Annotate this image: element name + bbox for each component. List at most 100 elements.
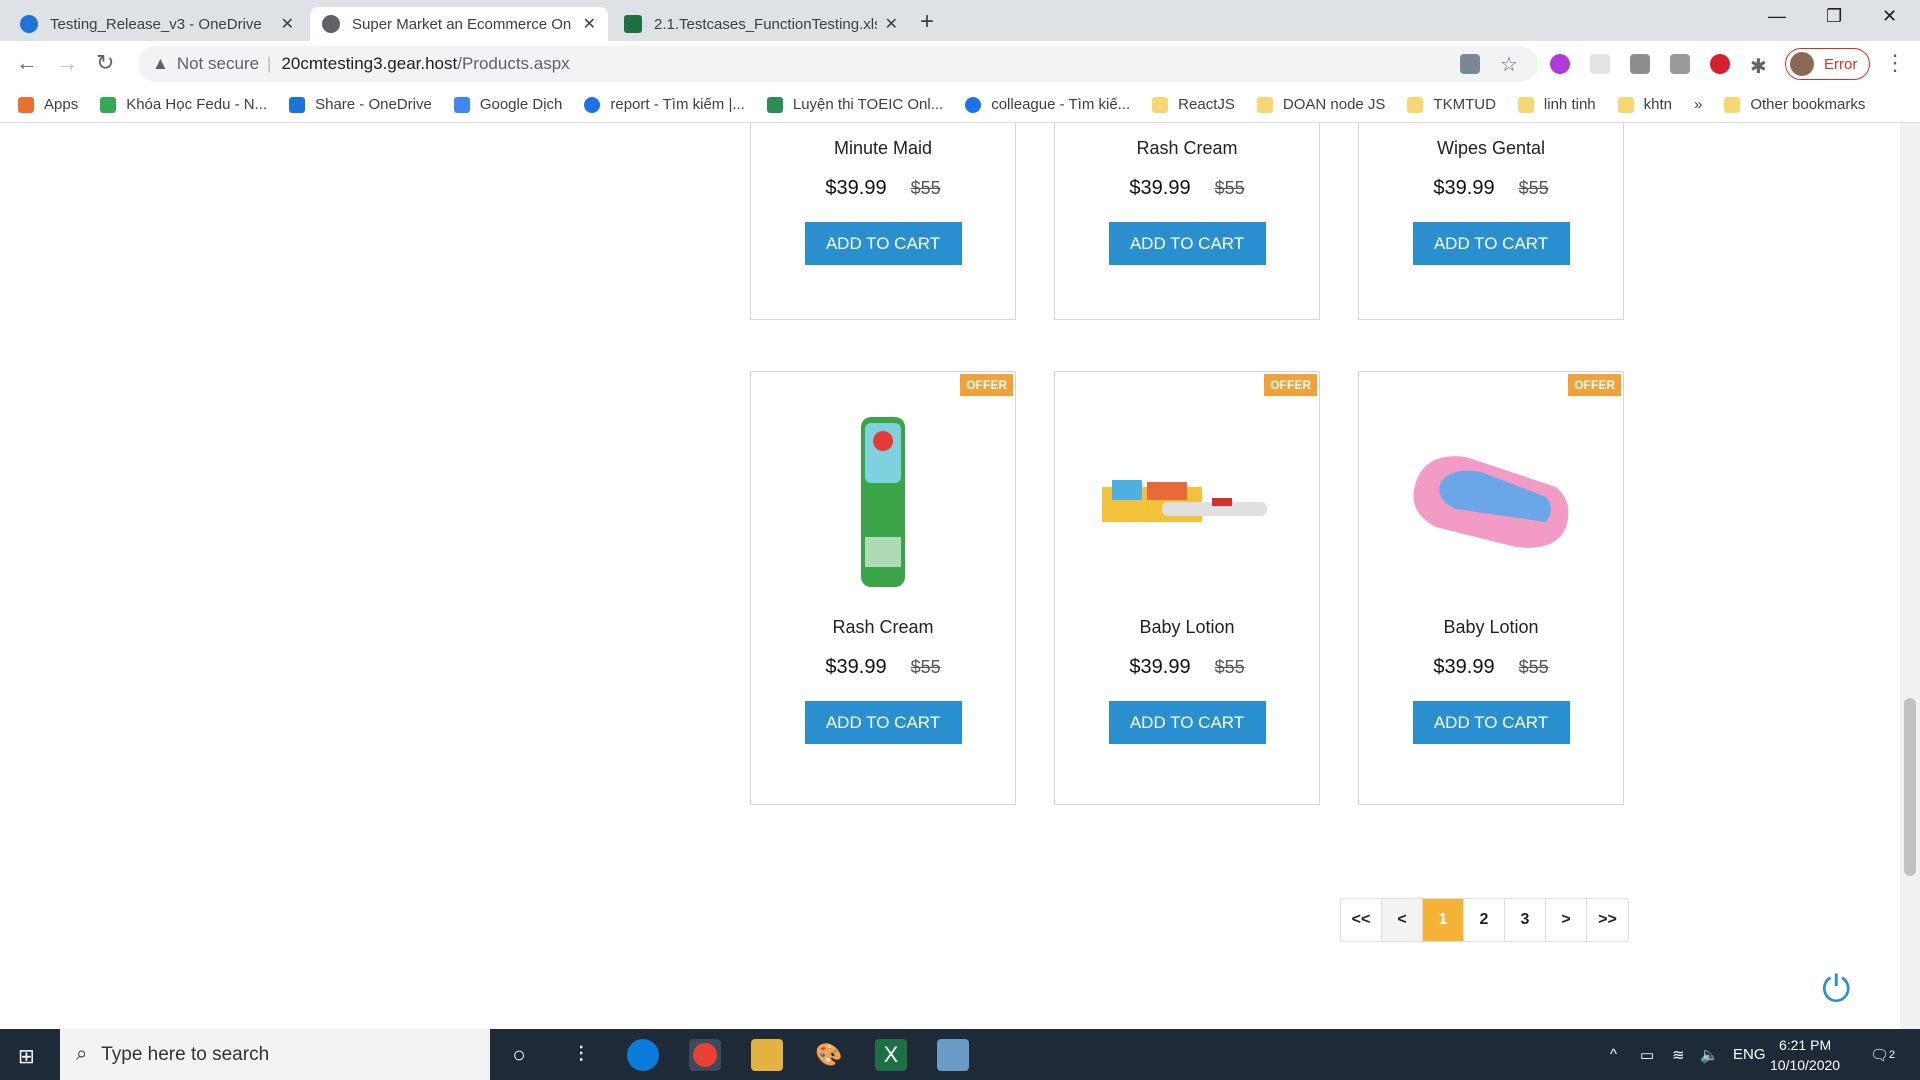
product-card: OFFER Baby Lotion $39.99 $55 ADD TO CART xyxy=(1054,371,1320,805)
bookmark-item[interactable]: colleague - Tìm kiế... xyxy=(965,96,1130,113)
bookmark-label: ReactJS xyxy=(1178,96,1235,113)
profile-error-button[interactable]: Error xyxy=(1785,48,1870,80)
add-to-cart-button[interactable]: ADD TO CART xyxy=(1412,701,1570,744)
page-3-button[interactable]: 3 xyxy=(1505,899,1546,941)
extension-icon[interactable] xyxy=(1590,54,1610,74)
back-icon[interactable]: ← xyxy=(16,50,38,76)
bookmark-label: khtn xyxy=(1643,96,1672,113)
bookmark-label: linh tinh xyxy=(1543,96,1596,113)
menu-icon[interactable]: ⋮ xyxy=(1884,50,1906,76)
tab-supermarket[interactable]: Super Market an Ecommerce On ✕ xyxy=(310,7,608,41)
close-icon[interactable]: ✕ xyxy=(281,14,294,34)
app-icon[interactable] xyxy=(937,1039,969,1071)
product-image[interactable] xyxy=(1359,402,1623,602)
add-to-cart-button[interactable]: ADD TO CART xyxy=(1108,701,1266,744)
bookmark-label: Google Dịch xyxy=(479,96,563,113)
bookmark-apps[interactable]: Apps xyxy=(18,96,78,113)
language-indicator[interactable]: ENG xyxy=(1733,1029,1766,1080)
add-to-cart-button[interactable]: ADD TO CART xyxy=(1412,222,1570,265)
bookmark-item[interactable]: Google Dịch xyxy=(453,96,563,113)
clock[interactable]: 6:21 PM 10/10/2020 xyxy=(1770,1035,1840,1075)
windows-start-icon[interactable]: ⊞ xyxy=(18,1044,35,1069)
more-bookmarks-button[interactable]: » xyxy=(1694,96,1702,113)
bookmark-folder[interactable]: ReactJS xyxy=(1152,96,1235,113)
apps-grid-icon xyxy=(18,96,34,113)
add-to-cart-button[interactable]: ADD TO CART xyxy=(804,222,962,265)
cortana-icon[interactable]: ○ xyxy=(503,1039,535,1071)
notification-icon[interactable]: 🗨 2 xyxy=(1870,1029,1895,1080)
task-view-icon[interactable]: ⫶ xyxy=(565,1039,597,1071)
page-prev-button[interactable]: < xyxy=(1382,899,1423,941)
puzzle-icon[interactable]: ✱ xyxy=(1750,54,1770,78)
product-image[interactable] xyxy=(1055,402,1319,602)
restore-icon[interactable]: ❐ xyxy=(1826,6,1842,27)
url-path: /Products.aspx xyxy=(457,54,570,73)
bookmark-item[interactable]: Khóa Học Fedu - N... xyxy=(100,96,267,113)
close-icon[interactable]: ✕ xyxy=(583,14,596,34)
color-extension-icon[interactable] xyxy=(1550,54,1570,74)
tray-chevron-icon[interactable]: ^ xyxy=(1610,1029,1617,1080)
bookmark-folder[interactable]: linh tinh xyxy=(1517,96,1596,113)
bookmarks-bar: Apps Khóa Học Fedu - N... Share - OneDri… xyxy=(0,87,1920,123)
paint-icon[interactable]: 🎨 xyxy=(813,1039,845,1071)
bookmark-item[interactable]: Luyện thi TOEIC Onl... xyxy=(766,96,943,113)
scrollbar[interactable] xyxy=(1900,123,1920,1029)
product-name: Rash Cream xyxy=(832,617,934,637)
close-window-icon[interactable]: ✕ xyxy=(1882,6,1897,27)
battery-icon[interactable]: ▭ xyxy=(1640,1029,1654,1080)
product-card: Rash Cream $39.99 $55 ADD TO CART xyxy=(1054,123,1320,320)
new-tab-button[interactable]: + xyxy=(920,8,934,36)
onedrive-icon xyxy=(20,15,38,33)
tab-strip: Testing_Release_v3 - OneDrive ✕ Super Ma… xyxy=(0,0,1920,41)
profile-label: Error xyxy=(1824,55,1858,73)
bookmark-folder[interactable]: DOAN node JS xyxy=(1256,96,1385,113)
excel-icon[interactable]: X xyxy=(875,1039,907,1071)
bookmark-label: TKMTUD xyxy=(1433,96,1496,113)
baby-bath-tub-image xyxy=(1413,456,1569,548)
address-bar[interactable]: ▲ Not secure | 20cmtesting3.gear.host /P… xyxy=(138,46,1538,82)
edge-icon[interactable] xyxy=(627,1039,659,1071)
drive-icon xyxy=(100,96,117,113)
tab-onedrive[interactable]: Testing_Release_v3 - OneDrive ✕ xyxy=(8,7,306,41)
folder-icon xyxy=(1152,96,1169,113)
add-to-cart-button[interactable]: ADD TO CART xyxy=(1108,222,1266,265)
bookmark-item[interactable]: report - Tìm kiếm |... xyxy=(584,96,745,113)
url-host: 20cmtesting3.gear.host xyxy=(281,54,458,73)
page-last-button[interactable]: >> xyxy=(1587,899,1628,941)
reload-icon[interactable]: ↻ xyxy=(96,50,114,76)
product-name: Baby Lotion xyxy=(1443,617,1539,637)
other-bookmarks[interactable]: Other bookmarks xyxy=(1724,96,1865,113)
bookmark-folder[interactable]: khtn xyxy=(1617,96,1672,113)
product-image[interactable] xyxy=(751,402,1015,602)
bookmark-folder[interactable]: TKMTUD xyxy=(1407,96,1496,113)
product-card: Wipes Gental $39.99 $55 ADD TO CART xyxy=(1358,123,1624,320)
volume-icon[interactable]: 🔈 xyxy=(1700,1029,1719,1080)
old-price: $55 xyxy=(1214,178,1245,198)
taskbar-search[interactable]: ⌕ Type here to search xyxy=(60,1029,490,1080)
bookmark-label: report - Tìm kiếm |... xyxy=(610,96,745,113)
chrome-icon[interactable] xyxy=(689,1039,721,1071)
minimize-icon[interactable]: — xyxy=(1768,6,1786,27)
close-icon[interactable]: ✕ xyxy=(885,14,898,34)
star-icon[interactable]: ☆ xyxy=(1500,52,1520,76)
page-first-button[interactable]: << xyxy=(1341,899,1382,941)
bookmark-item[interactable]: Share - OneDrive xyxy=(289,96,432,113)
page-next-button[interactable]: > xyxy=(1546,899,1587,941)
adblock-icon[interactable] xyxy=(1710,54,1730,74)
product-card: OFFER Rash Cream $39.99 $55 ADD TO CART xyxy=(750,371,1016,805)
cube-extension-icon[interactable] xyxy=(1630,54,1650,74)
price-row: $39.99 $55 xyxy=(1055,177,1319,200)
add-to-cart-button[interactable]: ADD TO CART xyxy=(804,701,962,744)
translate-page-icon[interactable] xyxy=(1460,54,1480,74)
scrollbar-thumb[interactable] xyxy=(1904,698,1916,876)
page-2-button[interactable]: 2 xyxy=(1464,899,1505,941)
code-extension-icon[interactable] xyxy=(1670,54,1690,74)
tab-excel[interactable]: 2.1.Testcases_FunctionTesting.xls ✕ xyxy=(612,7,910,41)
page-1-button[interactable]: 1 xyxy=(1423,899,1464,941)
forward-icon[interactable]: → xyxy=(56,50,78,76)
price-row: $39.99 $55 xyxy=(1359,656,1623,679)
file-explorer-icon[interactable] xyxy=(751,1039,783,1071)
wifi-icon[interactable]: ≋ xyxy=(1672,1029,1685,1080)
scroll-to-top-icon[interactable]: ⏻ xyxy=(1822,968,1850,1011)
warning-icon: ▲ xyxy=(152,54,169,73)
